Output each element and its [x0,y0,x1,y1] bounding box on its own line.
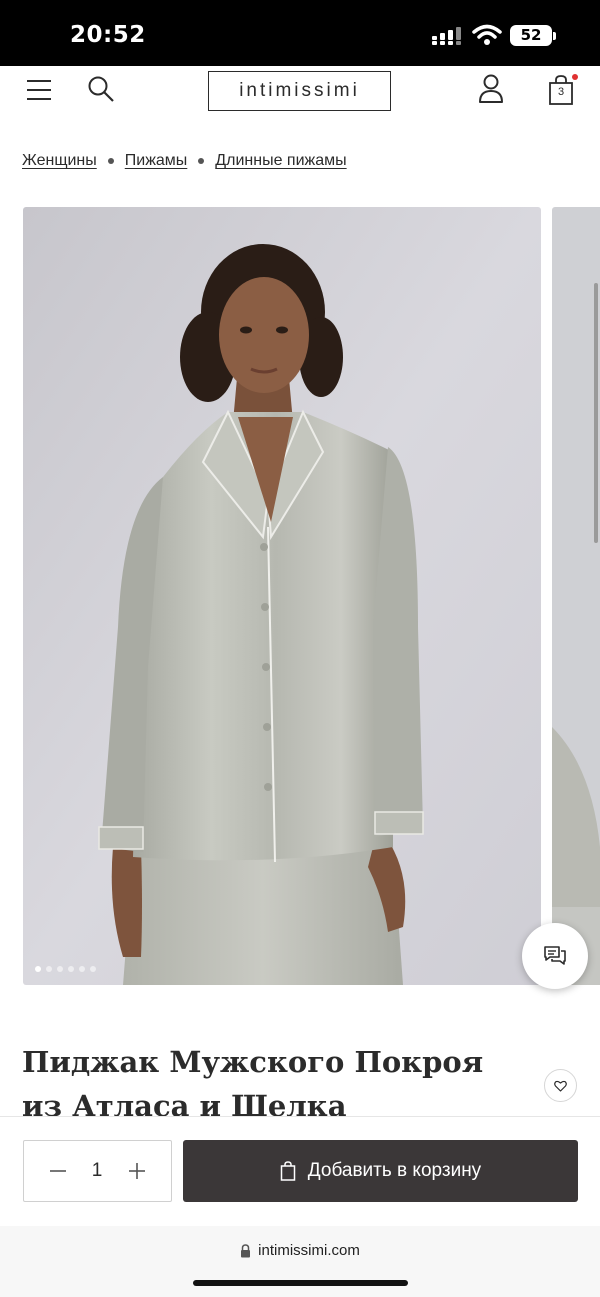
menu-icon [27,80,51,100]
add-to-cart-button[interactable]: Добавить в корзину [183,1140,578,1202]
status-bar: 20:52 52 [0,0,600,66]
browser-url-bar: intimissimi.com [0,1226,600,1297]
url-text: intimissimi.com [258,1242,360,1259]
quantity-stepper: 1 [23,1140,172,1202]
site-logo[interactable]: intimissimi [208,71,391,111]
wishlist-button[interactable] [544,1069,577,1102]
signal-icon [432,27,461,45]
add-to-cart-label: Добавить в корзину [307,1160,482,1181]
address-bar[interactable]: intimissimi.com [0,1242,600,1259]
breadcrumb-item-long-pajamas[interactable]: Длинные пижамы [215,152,346,170]
wifi-icon [472,24,502,45]
menu-button[interactable] [26,78,52,102]
bag-count-badge: 3 [557,86,565,98]
gallery-dot-6[interactable] [90,966,96,972]
search-button[interactable] [87,75,115,103]
plus-icon[interactable] [128,1161,146,1181]
breadcrumb: Женщины Пижамы Длинные пижамы [22,150,347,172]
gallery-dot-5[interactable] [79,966,85,972]
site-header: intimissimi 3 [0,66,600,126]
product-title: Пиджак Мужского Покроя из Атласа и Шелка [22,1045,484,1123]
breadcrumb-item-women[interactable]: Женщины [22,152,97,170]
home-indicator[interactable] [193,1280,408,1286]
page-scrollbar[interactable] [594,283,598,543]
bag-button[interactable]: 3 [548,74,578,106]
bag-icon [280,1161,296,1181]
gallery-dot-2[interactable] [46,966,52,972]
product-photo-image [23,207,541,985]
heart-icon [554,1080,567,1092]
quantity-value[interactable]: 1 [84,1160,110,1182]
account-icon [479,74,503,103]
chat-button[interactable] [522,923,588,989]
minus-icon[interactable] [49,1161,67,1181]
breadcrumb-separator [107,158,114,164]
breadcrumb-item-pajamas[interactable]: Пижамы [125,152,188,170]
gallery-dot-1[interactable] [35,966,41,972]
gallery-pagination [35,966,96,972]
product-gallery[interactable] [0,207,600,985]
notification-dot [572,74,578,80]
gallery-dot-4[interactable] [68,966,74,972]
battery-icon: 52 [510,25,552,46]
search-icon [88,76,114,102]
status-time: 20:52 [70,22,146,48]
account-button[interactable] [478,74,504,104]
product-photo-next-image [552,207,600,985]
lock-icon [241,1243,251,1257]
gallery-dot-3[interactable] [57,966,63,972]
breadcrumb-separator [198,158,205,164]
add-to-cart-bar: 1 Добавить в корзину [0,1116,600,1226]
battery-cap [553,32,556,40]
product-photo-next[interactable] [552,207,600,985]
chat-icon [544,946,566,965]
product-photo[interactable] [23,207,541,985]
